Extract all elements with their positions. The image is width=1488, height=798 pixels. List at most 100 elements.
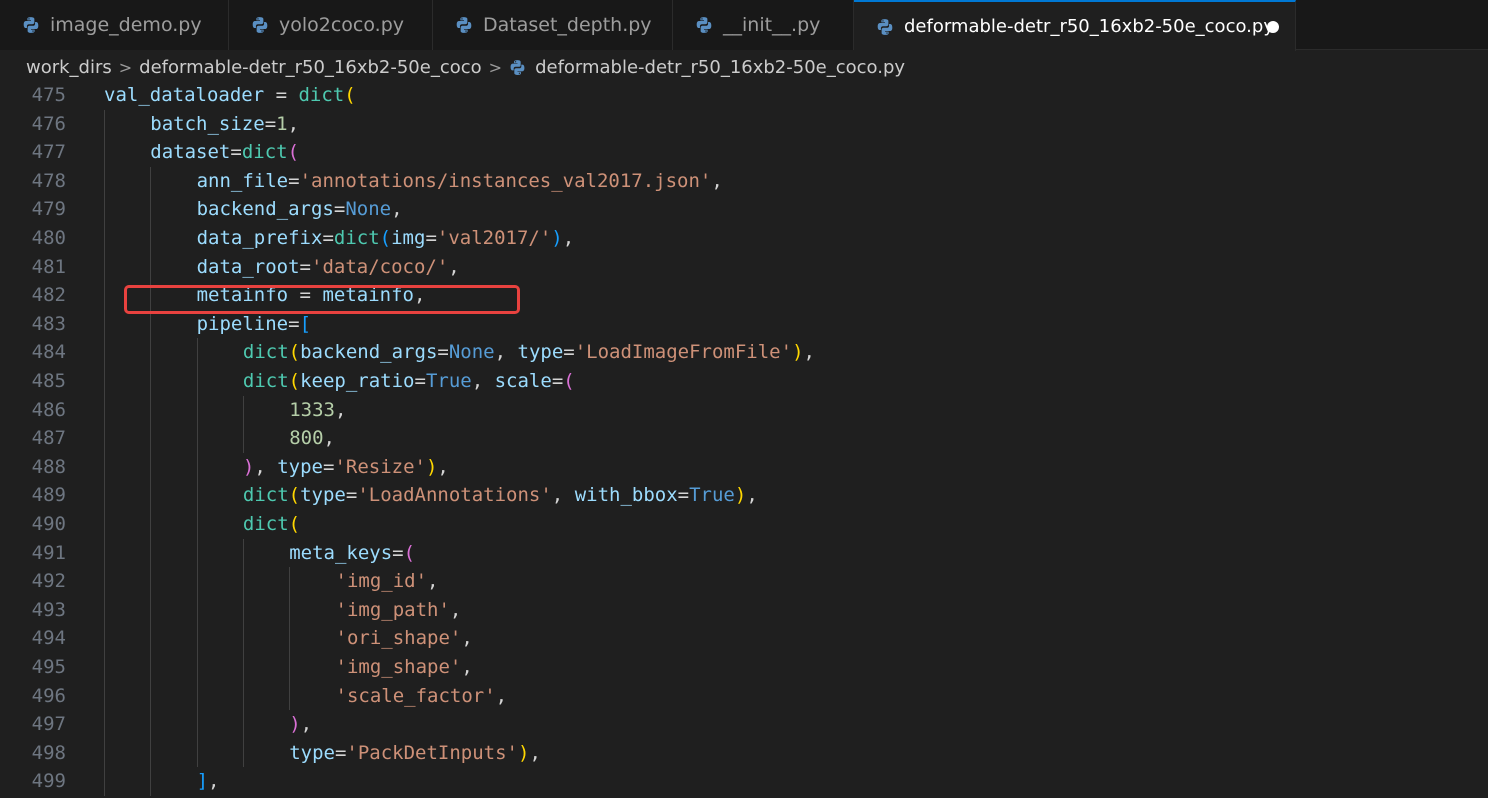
indent-guide — [289, 567, 291, 596]
line-number: 499 — [31, 770, 66, 793]
indent-guide — [104, 166, 105, 196]
indent-guide — [242, 567, 244, 596]
code-line[interactable]: 487 800, — [0, 424, 1488, 453]
tab-yolo2coco[interactable]: yolo2coco.py — [229, 0, 433, 50]
indent-guide — [150, 738, 152, 768]
code-editor[interactable]: 475 val_dataloader = dict(476 batch_size=1… — [0, 81, 1488, 798]
line-number: 478 — [31, 169, 66, 192]
code-line[interactable]: 488), type='Resize'), — [0, 453, 1488, 482]
breadcrumb-file[interactable]: deformable-detr_r50_16xb2-50e_coco.py — [535, 57, 905, 78]
indent-guide — [289, 653, 291, 682]
code-text: 'ori_shape', — [335, 627, 473, 650]
indent-guide — [196, 710, 198, 739]
code-text: dict( — [242, 513, 301, 535]
code-line[interactable]: 476 batch_size=1, — [0, 110, 1488, 139]
tab-dataset-depth[interactable]: Dataset_depth.py — [433, 0, 673, 50]
breadcrumb-folder-config[interactable]: deformable-detr_r50_16xb2-50e_coco — [139, 57, 481, 78]
indent-guide — [150, 395, 152, 425]
breadcrumb-separator-icon: > — [118, 57, 133, 77]
indent-guide — [104, 338, 105, 367]
indent-guide — [104, 710, 105, 739]
breadcrumb-folder-work-dirs[interactable]: work_dirs — [26, 57, 112, 78]
indent-guide — [104, 367, 105, 396]
code-text: 'img_shape', — [335, 656, 473, 678]
indent-guide — [196, 538, 198, 568]
tab-label: __init__.py — [723, 14, 821, 36]
code-line[interactable]: 491 meta_keys=( — [0, 539, 1488, 568]
indent-guide — [196, 367, 198, 396]
line-number: 484 — [31, 341, 66, 364]
indent-guide — [150, 595, 152, 625]
code-line[interactable]: 493 'img_path', — [0, 596, 1488, 625]
unsaved-dot-icon[interactable] — [1267, 21, 1279, 33]
indent-guide — [104, 738, 105, 768]
python-file-icon — [252, 17, 268, 33]
indent-guide — [150, 224, 152, 253]
code-line[interactable]: 480 data_prefix=dict(img='val2017/'), — [0, 224, 1488, 253]
code-text: 'img_path', — [335, 598, 462, 621]
code-line[interactable]: 498 type='PackDetInputs'), — [0, 739, 1488, 768]
code-line[interactable]: 484 dict(backend_args=None, type='LoadIma… — [0, 338, 1488, 367]
code-line[interactable]: 496 'scale_factor', — [0, 682, 1488, 711]
line-number: 481 — [31, 255, 66, 278]
code-line[interactable]: 479 backend_args=None, — [0, 195, 1488, 224]
indent-guide — [104, 538, 105, 568]
indent-guide — [104, 681, 105, 711]
code-line[interactable]: 494 'ori_shape', — [0, 624, 1488, 653]
indent-guide — [196, 595, 198, 625]
line-number: 485 — [31, 370, 66, 392]
code-text: data_root='data/coco/', — [196, 255, 460, 278]
indent-guide — [150, 338, 152, 367]
code-line[interactable]: 499], — [0, 767, 1488, 796]
indent-guide — [242, 395, 244, 425]
indent-guide — [104, 309, 105, 339]
indent-guide — [242, 653, 244, 682]
code-line[interactable]: 478 ann_file='annotations/instances_val20… — [0, 167, 1488, 196]
indent-guide — [196, 452, 198, 482]
indent-guide — [242, 595, 244, 625]
code-line[interactable]: 497), — [0, 710, 1488, 739]
indent-guide — [150, 309, 152, 339]
tab-init[interactable]: __init__.py — [673, 0, 854, 50]
code-line[interactable]: 490 dict( — [0, 510, 1488, 539]
tab-deformable-detr-config[interactable]: deformable-detr_r50_16xb2-50e_coco.py — [854, 0, 1296, 51]
code-line[interactable]: 477 dataset=dict( — [0, 138, 1488, 167]
code-line[interactable]: 492 'img_id', — [0, 567, 1488, 596]
code-text: dict(keep_ratio=True, scale=( — [242, 370, 575, 392]
indent-guide — [150, 567, 152, 596]
indent-guide — [104, 452, 105, 482]
code-line[interactable]: 483 pipeline=[ — [0, 310, 1488, 339]
code-line[interactable]: 486 1333, — [0, 396, 1488, 425]
code-line[interactable]: 485 dict(keep_ratio=True, scale=( — [0, 367, 1488, 396]
line-number: 490 — [31, 513, 66, 535]
indent-guide — [150, 538, 152, 568]
indent-guide — [196, 567, 198, 596]
indent-guide — [196, 481, 198, 510]
indent-guide — [104, 252, 105, 282]
code-text: batch_size=1, — [150, 112, 300, 135]
indent-guide — [150, 166, 152, 196]
indent-guide — [242, 738, 244, 768]
line-number: 493 — [31, 598, 66, 621]
indent-guide — [242, 624, 244, 653]
code-line[interactable]: 489 dict(type='LoadAnnotations', with_bbo… — [0, 481, 1488, 510]
indent-guide — [104, 595, 105, 625]
indent-guide — [242, 538, 244, 568]
indent-guide — [196, 738, 198, 768]
code-line[interactable]: 481 data_root='data/coco/', — [0, 253, 1488, 282]
breadcrumb-separator-icon: > — [488, 57, 503, 77]
indent-guide — [242, 424, 244, 453]
tab-image-demo[interactable]: image_demo.py — [0, 0, 229, 50]
code-text: ), type='Resize'), — [242, 455, 449, 478]
code-line[interactable]: 495 'img_shape', — [0, 653, 1488, 682]
indent-guide — [196, 624, 198, 653]
code-text: ann_file='annotations/instances_val2017.… — [196, 169, 723, 192]
indent-guide — [104, 767, 105, 796]
code-line[interactable]: 475 val_dataloader = dict( — [0, 81, 1488, 110]
indent-guide — [104, 481, 105, 510]
line-number: 479 — [31, 198, 66, 221]
indent-guide — [242, 710, 244, 739]
indent-guide — [289, 681, 291, 711]
indent-guide — [150, 710, 152, 739]
line-number: 492 — [31, 570, 66, 593]
